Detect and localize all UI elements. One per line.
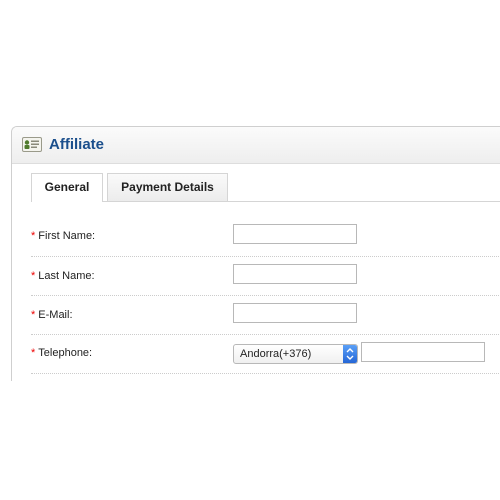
required-marker: * — [31, 230, 36, 242]
affiliate-panel: Affiliate General Payment Details * First… — [11, 126, 500, 381]
telephone-number-field[interactable] — [361, 342, 485, 362]
last-name-field[interactable] — [233, 264, 357, 284]
first-name-field[interactable] — [233, 224, 357, 244]
form-row-last-name: * Last Name: — [31, 257, 500, 296]
email-label-text: E-Mail: — [38, 309, 73, 321]
required-marker: * — [31, 270, 36, 282]
required-marker: * — [31, 347, 36, 359]
tab-payment-details[interactable]: Payment Details — [107, 173, 228, 201]
last-name-label-text: Last Name: — [38, 270, 95, 282]
tab-general[interactable]: General — [31, 173, 103, 202]
form-row-telephone: * Telephone: Andorra(+376) — [31, 335, 500, 374]
email-label: * E-Mail: — [31, 309, 73, 321]
first-name-label: * First Name: — [31, 230, 95, 242]
last-name-label: * Last Name: — [31, 270, 95, 282]
required-marker: * — [31, 309, 36, 321]
telephone-label: * Telephone: — [31, 347, 92, 359]
first-name-label-text: First Name: — [38, 230, 96, 242]
select-arrows-icon — [343, 345, 357, 363]
country-code-value: Andorra(+376) — [240, 348, 312, 360]
page-title: Affiliate — [49, 136, 105, 153]
panel-header: Affiliate — [12, 127, 500, 164]
telephone-label-text: Telephone: — [38, 347, 93, 359]
affiliate-card-icon — [22, 137, 42, 152]
form-row-email: * E-Mail: — [31, 296, 500, 335]
form-row-first-name: * First Name: — [31, 218, 500, 257]
country-code-select[interactable]: Andorra(+376) — [233, 344, 358, 364]
email-field[interactable] — [233, 303, 357, 323]
